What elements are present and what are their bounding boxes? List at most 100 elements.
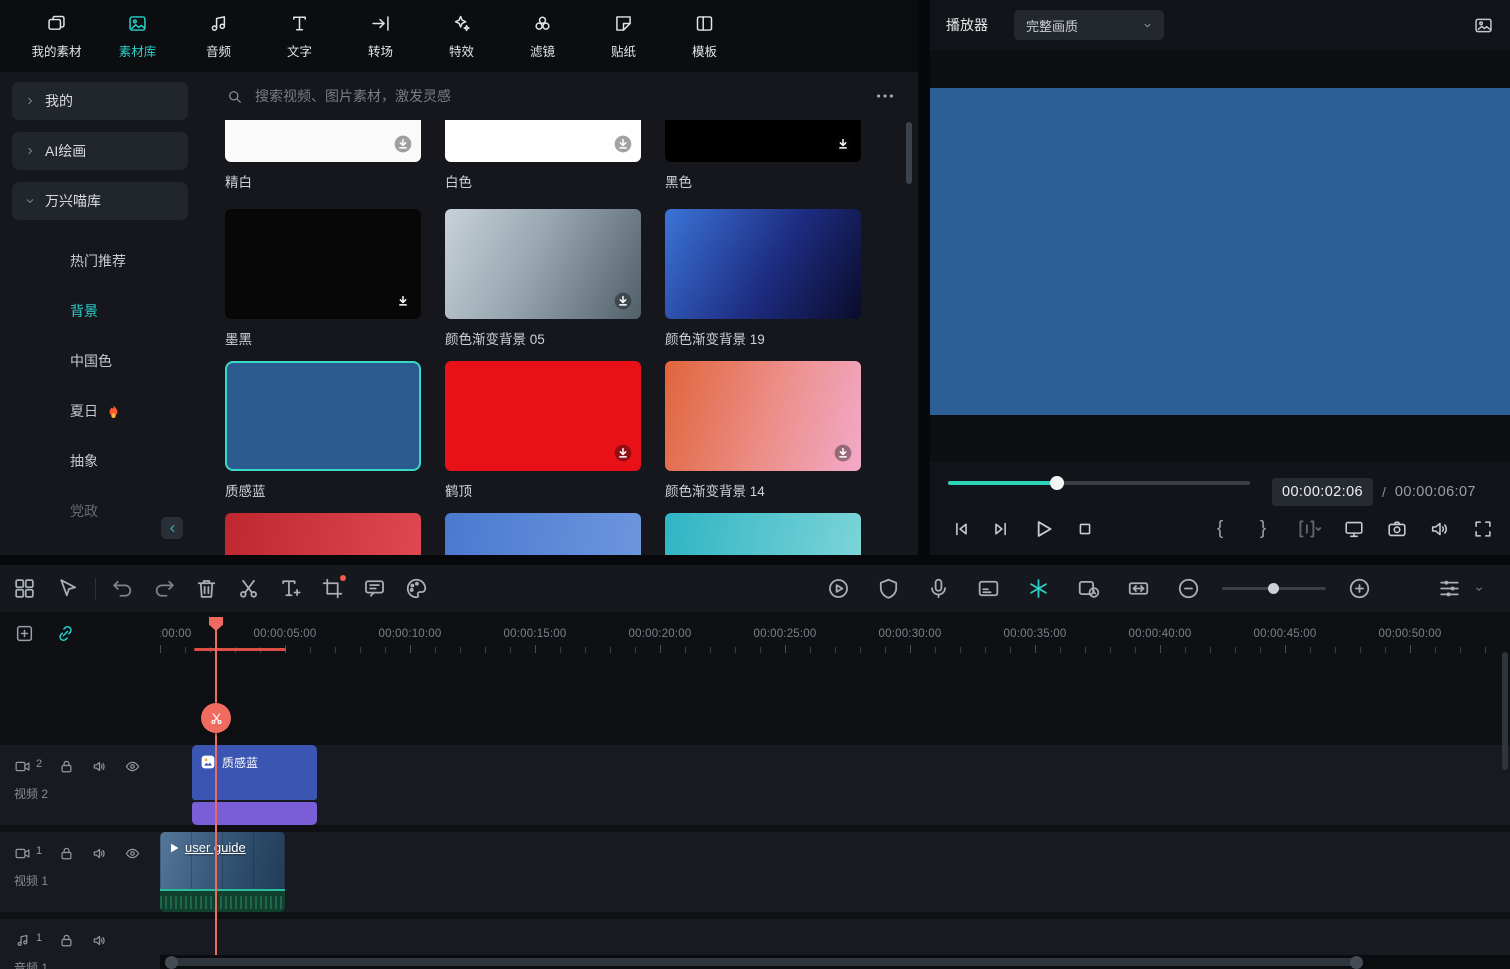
timeline-zoom-slider[interactable] [1222,587,1326,590]
media-thumbnail[interactable] [665,209,861,319]
tab-滤镜[interactable]: 滤镜 [502,0,583,72]
speaker-icon[interactable] [91,758,108,775]
tab-素材库[interactable]: 素材库 [97,0,178,72]
eye-icon[interactable] [124,758,141,775]
category-热门推荐[interactable]: 热门推荐 [0,236,200,286]
quality-dropdown[interactable]: 完整画质 [1014,10,1164,40]
lock-icon[interactable] [58,758,75,775]
clip-body[interactable]: 质感蓝 [192,745,317,800]
image-icon[interactable] [1473,15,1494,36]
media-thumbnail[interactable] [225,120,421,162]
caret-down-icon[interactable] [1473,583,1485,595]
prev-frame-icon[interactable] [950,518,972,540]
media-item-墨黑[interactable]: 墨黑 [225,209,421,348]
media-item[interactable] [665,513,861,555]
seek-knob[interactable] [1050,476,1064,490]
tab-模板[interactable]: 模板 [664,0,745,72]
category-夏日[interactable]: 夏日 [0,386,200,436]
redo-icon[interactable] [152,576,177,601]
media-item[interactable] [445,513,641,555]
media-thumbnail[interactable] [445,209,641,319]
panel-layout-icon[interactable] [12,576,37,601]
category-抽象[interactable]: 抽象 [0,436,200,486]
microphone-icon[interactable] [926,576,951,601]
palette-icon[interactable] [404,576,429,601]
zoom-knob[interactable] [1268,583,1279,594]
mark-range-icon[interactable] [1295,518,1322,540]
media-item-质感蓝[interactable]: 质感蓝 [225,361,421,500]
play-icon[interactable] [1030,516,1056,542]
mask-icon[interactable] [876,576,901,601]
caption-icon[interactable] [976,576,1001,601]
download-icon[interactable] [613,291,633,311]
music-track-icon[interactable] [14,932,31,949]
media-thumbnail[interactable] [665,361,861,471]
timeline-vscrollbar[interactable] [1502,652,1508,770]
brace-close-icon[interactable]: } [1252,518,1274,540]
media-thumbnail[interactable] [665,120,861,162]
tab-文字[interactable]: 文字 [259,0,340,72]
playhead[interactable] [215,617,217,969]
tab-特效[interactable]: 特效 [421,0,502,72]
playhead-split-button[interactable] [201,703,231,733]
speaker-icon[interactable] [91,932,108,949]
media-thumbnail[interactable] [665,513,861,555]
media-item-颜色渐变背景 14[interactable]: 颜色渐变背景 14 [665,361,861,500]
trash-icon[interactable] [194,576,219,601]
ripple-icon[interactable] [1126,576,1151,601]
snapshot-icon[interactable] [1386,518,1408,540]
sidebar-group-我的[interactable]: 我的 [12,82,188,120]
download-icon[interactable] [833,134,853,154]
media-item-鹤顶[interactable]: 鹤顶 [445,361,641,500]
video-track-icon[interactable] [14,758,31,775]
lock-icon[interactable] [58,932,75,949]
track-manage-icon[interactable] [1437,576,1462,601]
media-thumbnail[interactable] [225,361,421,471]
media-thumbnail[interactable] [445,120,641,162]
media-item-颜色渐变背景 19[interactable]: 颜色渐变背景 19 [665,209,861,348]
category-中国色[interactable]: 中国色 [0,336,200,386]
download-icon[interactable] [393,291,413,311]
speaker-icon[interactable] [91,845,108,862]
clip-effect-bar[interactable] [192,802,317,825]
media-item-精白[interactable]: 精白 [225,120,421,191]
category-背景[interactable]: 背景 [0,286,200,336]
zoom-out-icon[interactable] [1176,576,1201,601]
add-text-icon[interactable] [278,576,303,601]
media-grid-scrollbar[interactable] [906,122,912,184]
media-item-黑色[interactable]: 黑色 [665,120,861,191]
eye-icon[interactable] [124,845,141,862]
media-thumbnail[interactable] [445,361,641,471]
media-item-白色[interactable]: 白色 [445,120,641,191]
volume-icon[interactable] [1429,518,1451,540]
select-icon[interactable] [54,576,79,601]
lock-icon[interactable] [58,845,75,862]
download-icon[interactable] [393,134,413,154]
link-clips-icon[interactable] [55,623,76,644]
media-item-颜色渐变背景 05[interactable]: 颜色渐变背景 05 [445,209,641,348]
video-track-icon[interactable] [14,845,31,862]
next-frame-icon[interactable] [990,518,1012,540]
media-thumbnail[interactable] [445,513,641,555]
add-marker-icon[interactable] [14,623,35,644]
download-icon[interactable] [613,134,633,154]
crop-icon[interactable] [320,576,345,601]
split-icon[interactable] [236,576,261,601]
screen-icon[interactable] [1343,518,1365,540]
stop-icon[interactable] [1074,518,1096,540]
timeline-clip-video[interactable]: user guide [160,832,285,912]
keyframe-icon[interactable] [1026,576,1051,601]
clip-thumbnail[interactable]: user guide [160,832,285,889]
more-options-icon[interactable] [874,85,896,107]
download-icon[interactable] [613,443,633,463]
undo-icon[interactable] [110,576,135,601]
freeze-frame-icon[interactable] [1076,576,1101,601]
media-thumbnail[interactable] [225,209,421,319]
fullscreen-icon[interactable] [1472,518,1494,540]
speech-text-icon[interactable] [362,576,387,601]
hscroll-thumb[interactable] [168,958,1360,966]
seek-bar[interactable] [948,481,1250,485]
tab-转场[interactable]: 转场 [340,0,421,72]
tab-音频[interactable]: 音频 [178,0,259,72]
sidebar-group-万兴喵库[interactable]: 万兴喵库 [12,182,188,220]
